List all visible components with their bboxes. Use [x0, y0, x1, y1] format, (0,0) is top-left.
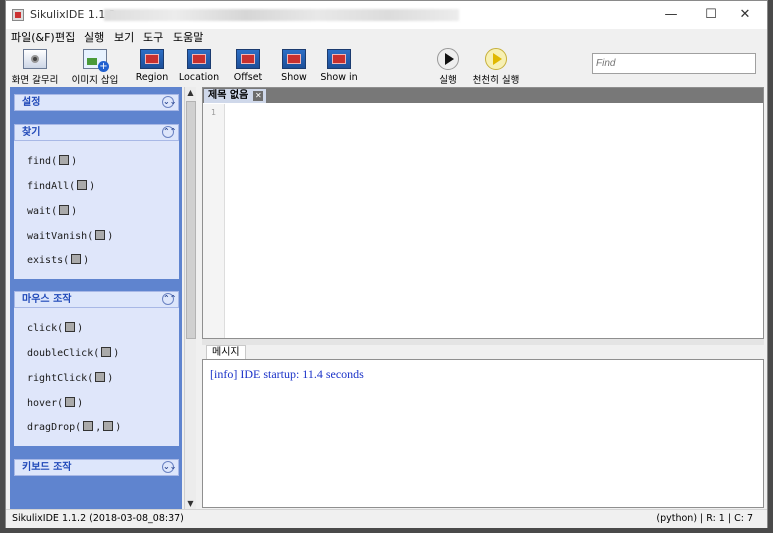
menu-tools[interactable]: 도구	[143, 29, 163, 46]
run-slow-button[interactable]: 천천히 실행	[471, 46, 521, 86]
image-placeholder-icon	[77, 180, 88, 190]
editor-pane: 제목 없음 ✕ 1	[202, 87, 764, 339]
editor-tab-strip: 제목 없음 ✕	[203, 88, 763, 103]
insert-image-button[interactable]: 이미지 삽입	[70, 46, 120, 86]
messages-tab[interactable]: 메시지	[206, 345, 246, 360]
code-editor-area[interactable]	[226, 104, 763, 338]
show-icon	[282, 49, 306, 69]
show-in-icon	[327, 49, 351, 69]
app-icon	[12, 9, 24, 21]
menu-edit[interactable]: 편집	[55, 29, 75, 46]
cmd-find[interactable]: find()	[27, 155, 77, 167]
offset-label: Offset	[233, 72, 263, 83]
offset-button[interactable]: Offset	[228, 46, 268, 86]
close-tab-icon[interactable]: ✕	[253, 91, 264, 101]
menu-bar: 파일(&F) 편집 실행 보기 도구 도움말	[6, 29, 767, 46]
region-button[interactable]: Region	[132, 46, 172, 86]
show-in-button[interactable]: Show in	[319, 46, 359, 86]
sidebar-scrollbar[interactable]: ▲ ▼	[184, 87, 196, 509]
run-label: 실행	[439, 75, 457, 86]
run-button[interactable]: 실행	[433, 46, 463, 86]
offset-icon	[236, 49, 260, 69]
find-input[interactable]	[592, 53, 756, 74]
command-sidebar: 설정 ⌄⌄ 찾기 ⌃⌃ find() findAll() wait() wait…	[10, 87, 182, 509]
expand-chevron-icon[interactable]: ⌄⌄	[162, 96, 176, 108]
settings-section-header[interactable]: 설정 ⌄⌄	[14, 94, 179, 111]
show-button[interactable]: Show	[274, 46, 314, 86]
line-number-gutter: 1	[203, 104, 225, 338]
region-icon	[140, 49, 164, 69]
show-label: Show	[281, 72, 307, 83]
show-in-label: Show in	[320, 72, 358, 83]
camera-icon	[23, 49, 47, 69]
location-icon	[187, 49, 211, 69]
screenshot-label: 화면 갈무리	[11, 75, 59, 86]
pane-splitter[interactable]	[202, 339, 764, 345]
image-placeholder-icon	[83, 421, 94, 431]
ide-window: SikulixIDE 1.1.2 - — ☐ ✕ 파일(&F) 편집 실행 보기…	[5, 0, 768, 528]
cmd-hover[interactable]: hover()	[27, 397, 83, 409]
image-placeholder-icon	[95, 230, 106, 240]
insert-image-label: 이미지 삽입	[71, 75, 119, 86]
menu-help[interactable]: 도움말	[173, 29, 203, 46]
screenshot-button[interactable]: 화면 갈무리	[10, 46, 60, 86]
image-placeholder-icon	[65, 322, 76, 332]
log-line: [info] IDE startup: 11.4 seconds	[210, 367, 364, 381]
play-icon	[437, 48, 459, 70]
mouse-section-header[interactable]: 마우스 조작 ⌃⌃	[14, 291, 179, 308]
maximize-button[interactable]: ☐	[694, 1, 728, 29]
status-version: SikulixIDE 1.1.2 (2018-03-08_08:37)	[12, 513, 184, 524]
minimize-button[interactable]: —	[654, 1, 688, 29]
menu-file[interactable]: 파일(&F)	[11, 29, 55, 46]
image-placeholder-icon	[71, 254, 82, 264]
collapse-chevron-icon[interactable]: ⌃⌃	[162, 293, 176, 305]
cmd-rightclick[interactable]: rightClick()	[27, 372, 113, 384]
cmd-waitvanish[interactable]: waitVanish()	[27, 230, 113, 242]
scroll-up-icon[interactable]: ▲	[185, 88, 196, 97]
keyboard-section-header[interactable]: 키보드 조작 ⌄⌄	[14, 459, 179, 476]
cmd-click[interactable]: click()	[27, 322, 83, 334]
cmd-wait[interactable]: wait()	[27, 205, 77, 217]
mouse-section-body: click() doubleClick() rightClick() hover…	[14, 308, 179, 446]
editor-tab[interactable]: 제목 없음 ✕	[204, 89, 267, 103]
find-section-header[interactable]: 찾기 ⌃⌃	[14, 124, 179, 141]
image-placeholder-icon	[101, 347, 112, 357]
image-placeholder-icon	[59, 205, 70, 215]
menu-view[interactable]: 보기	[114, 29, 134, 46]
image-placeholder-icon	[59, 155, 70, 165]
menu-run[interactable]: 실행	[84, 29, 104, 46]
image-placeholder-icon	[103, 421, 114, 431]
run-slow-label: 천천히 실행	[472, 75, 520, 86]
keyboard-section-title: 키보드 조작	[22, 462, 72, 473]
scroll-down-icon[interactable]: ▼	[185, 499, 196, 508]
mouse-section-title: 마우스 조작	[22, 294, 72, 305]
collapse-chevron-icon[interactable]: ⌃⌃	[162, 126, 176, 138]
cmd-exists[interactable]: exists()	[27, 254, 89, 266]
messages-panel: [info] IDE startup: 11.4 seconds	[202, 359, 764, 508]
scrollbar-thumb[interactable]	[186, 101, 196, 339]
cmd-dragdrop[interactable]: dragDrop(,)	[27, 421, 121, 433]
insert-image-icon	[83, 49, 109, 72]
find-section-body: find() findAll() wait() waitVanish() exi…	[14, 141, 179, 279]
cmd-findall[interactable]: findAll()	[27, 180, 95, 192]
expand-chevron-icon[interactable]: ⌄⌄	[162, 461, 176, 473]
slow-play-icon	[485, 48, 507, 70]
find-section-title: 찾기	[22, 127, 41, 138]
editor-tab-title: 제목 없음	[208, 90, 249, 101]
image-placeholder-icon	[65, 397, 76, 407]
location-label: Location	[178, 72, 220, 83]
status-bar: SikulixIDE 1.1.2 (2018-03-08_08:37) (pyt…	[6, 509, 767, 528]
cmd-doubleclick[interactable]: doubleClick()	[27, 347, 119, 359]
region-label: Region	[135, 72, 169, 83]
title-bar: SikulixIDE 1.1.2 - — ☐ ✕	[6, 1, 767, 29]
settings-section-title: 설정	[22, 97, 41, 108]
image-placeholder-icon	[95, 372, 106, 382]
location-button[interactable]: Location	[178, 46, 220, 86]
close-button[interactable]: ✕	[728, 1, 762, 29]
status-position: (python) | R: 1 | C: 7	[656, 513, 753, 524]
redacted-title-area	[104, 9, 459, 21]
